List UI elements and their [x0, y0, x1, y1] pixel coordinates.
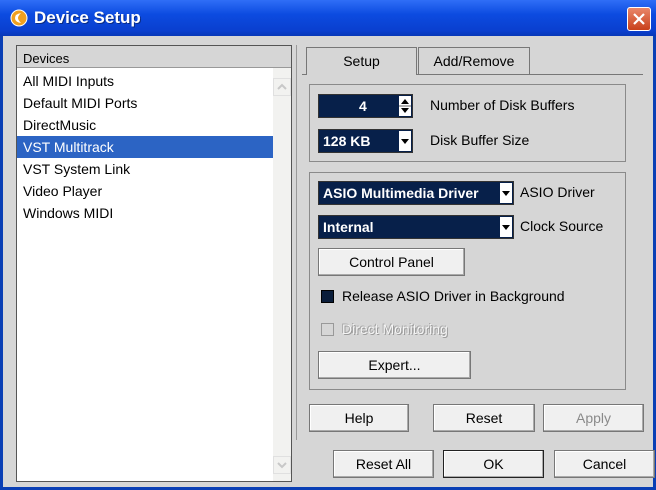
- chevron-down-icon: [277, 462, 287, 469]
- clock-source-value: Internal: [323, 219, 374, 235]
- cancel-button[interactable]: Cancel: [554, 450, 655, 478]
- dropdown-arrow[interactable]: [500, 183, 512, 203]
- direct-monitoring-checkbox[interactable]: [321, 323, 334, 336]
- asio-driver-value: ASIO Multimedia Driver: [323, 185, 479, 201]
- reset-button[interactable]: Reset: [433, 404, 535, 432]
- window-title: Device Setup: [34, 8, 141, 27]
- expert-button[interactable]: Expert...: [318, 351, 471, 379]
- ok-button[interactable]: OK: [443, 450, 544, 478]
- device-item-vst-system-link[interactable]: VST System Link: [17, 158, 273, 180]
- apply-button[interactable]: Apply: [543, 404, 644, 432]
- title-bar[interactable]: Device Setup: [0, 0, 656, 36]
- chevron-down-icon: [502, 225, 510, 230]
- devices-header: Devices: [17, 46, 291, 68]
- device-list-scrollbar[interactable]: [273, 68, 291, 481]
- tab-setup[interactable]: Setup: [306, 47, 417, 75]
- spin-buttons[interactable]: [399, 96, 411, 116]
- control-panel-button[interactable]: Control Panel: [318, 248, 465, 276]
- disk-buffer-size-value: 128 KB: [323, 133, 371, 149]
- device-item-windows-midi[interactable]: Windows MIDI: [17, 202, 273, 224]
- clock-source-label: Clock Source: [520, 218, 604, 234]
- close-button[interactable]: [627, 7, 651, 31]
- disk-buffer-size-label: Disk Buffer Size: [430, 132, 530, 148]
- release-asio-label[interactable]: Release ASIO Driver in Background: [342, 288, 565, 304]
- asio-driver-dropdown[interactable]: ASIO Multimedia Driver: [318, 181, 514, 205]
- help-button[interactable]: Help: [309, 404, 409, 432]
- disk-buffers-spinbox[interactable]: 4: [318, 94, 413, 118]
- dropdown-arrow[interactable]: [500, 217, 512, 237]
- tab-add-remove[interactable]: Add/Remove: [418, 47, 530, 74]
- panel-divider: [296, 45, 297, 440]
- device-item-video-player[interactable]: Video Player: [17, 180, 273, 202]
- disk-buffers-value: 4: [359, 98, 367, 114]
- reset-all-button[interactable]: Reset All: [333, 450, 434, 478]
- devices-panel: Devices All MIDI Inputs Default MIDI Por…: [16, 45, 292, 482]
- direct-monitoring-label[interactable]: Direct Monitoring: [342, 321, 448, 337]
- asio-driver-label: ASIO Driver: [520, 184, 595, 200]
- device-item-vst-multitrack[interactable]: VST Multitrack: [17, 136, 273, 158]
- clock-source-dropdown[interactable]: Internal: [318, 215, 514, 239]
- device-list: All MIDI Inputs Default MIDI Ports Direc…: [17, 70, 273, 224]
- chevron-down-icon: [502, 191, 510, 196]
- scroll-down-button[interactable]: [273, 456, 291, 474]
- spin-arrows-icon: [399, 99, 411, 113]
- disk-buffers-label: Number of Disk Buffers: [430, 97, 575, 113]
- scroll-up-button[interactable]: [273, 78, 291, 96]
- device-setup-window: Device Setup Devices All MIDI Inputs Def…: [0, 0, 656, 490]
- release-asio-checkbox[interactable]: [321, 290, 334, 303]
- chevron-down-icon: [401, 139, 409, 144]
- dropdown-arrow[interactable]: [399, 131, 411, 151]
- app-icon: [10, 9, 28, 27]
- device-item-directmusic[interactable]: DirectMusic: [17, 114, 273, 136]
- chevron-up-icon: [277, 83, 287, 90]
- device-item-all-midi-inputs[interactable]: All MIDI Inputs: [17, 70, 273, 92]
- close-icon: [633, 13, 645, 25]
- device-item-default-midi-ports[interactable]: Default MIDI Ports: [17, 92, 273, 114]
- disk-buffer-size-dropdown[interactable]: 128 KB: [318, 129, 413, 153]
